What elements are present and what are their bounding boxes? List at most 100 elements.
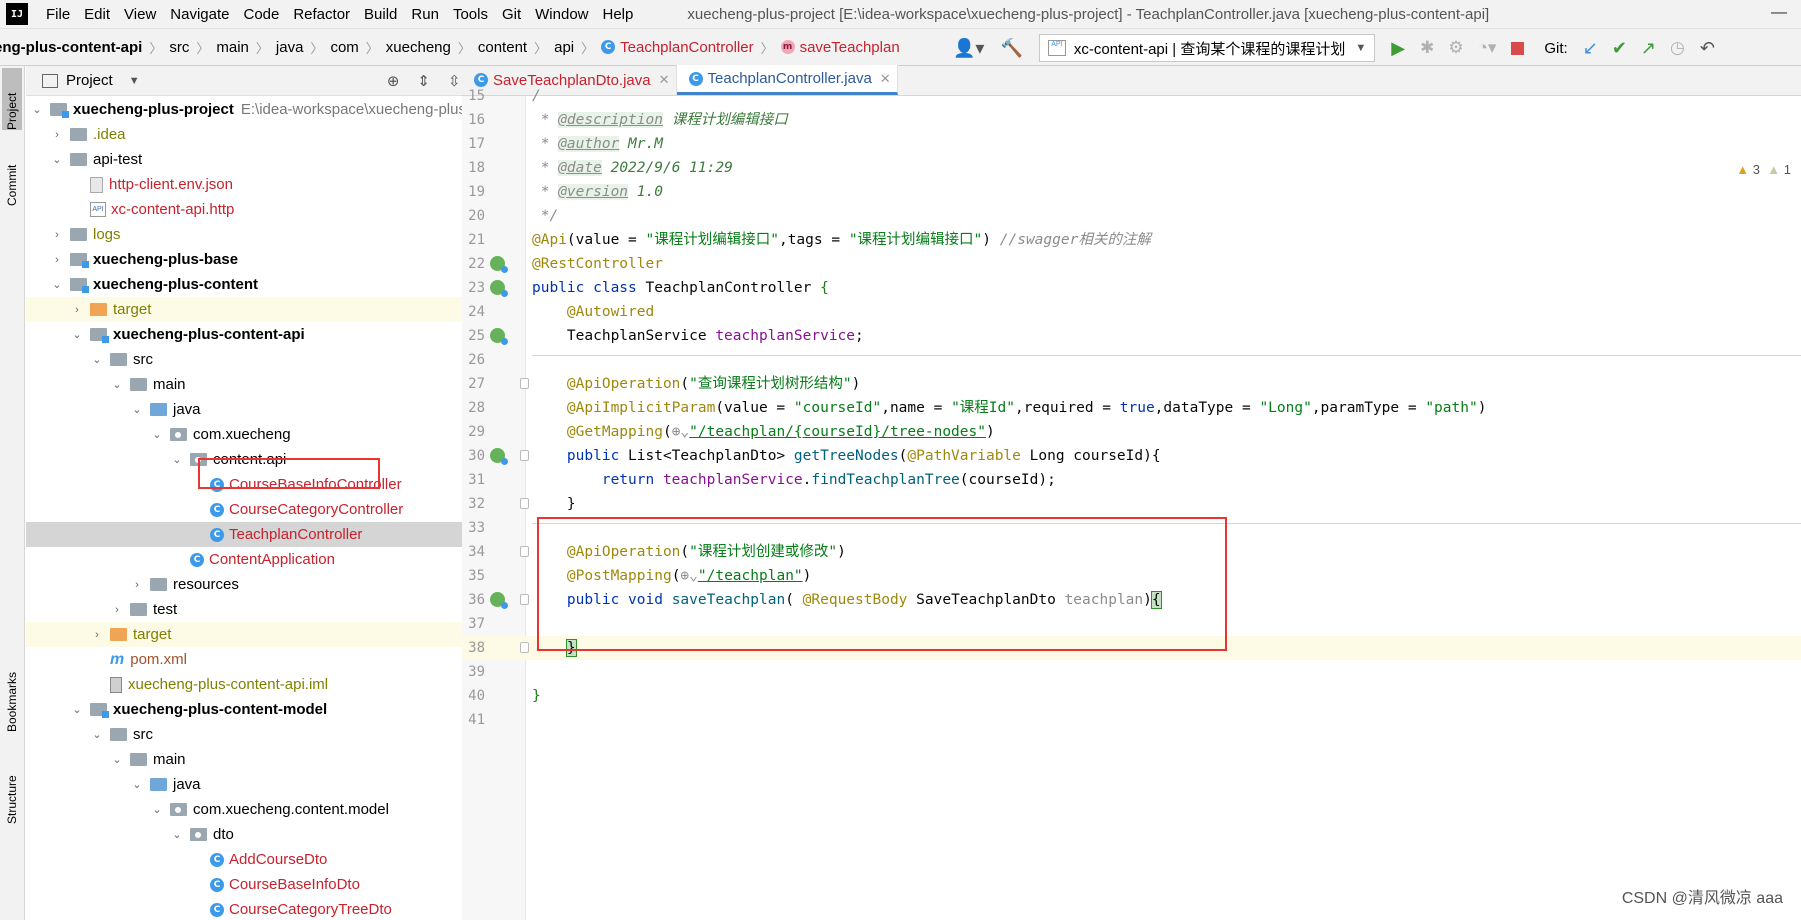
breadcrumb-content[interactable]: content	[478, 39, 527, 56]
tree-item[interactable]: ⌄ dto	[26, 822, 533, 847]
coverage-icon[interactable]: ⚙	[1448, 38, 1463, 58]
git-commit-icon[interactable]: ✔	[1612, 38, 1627, 59]
tree-item[interactable]: m pom.xml	[26, 647, 533, 672]
breadcrumb-src[interactable]: src	[169, 39, 189, 56]
breadcrumb-method[interactable]: m saveTeachplan	[780, 39, 900, 56]
git-update-icon[interactable]: ↙	[1583, 38, 1598, 59]
code-text[interactable]: public List<TeachplanDto> getTreeNodes(@…	[532, 444, 1161, 468]
tool-tab-structure[interactable]: Structure	[2, 754, 22, 824]
chevron-down-icon[interactable]: ⌄	[70, 703, 84, 716]
code-text[interactable]: * @version 1.0	[532, 180, 663, 204]
tree-item-selected[interactable]: C TeachplanController	[26, 522, 533, 547]
chevron-down-icon[interactable]: ⌄	[30, 103, 44, 116]
endpoint-gutter-icon[interactable]	[490, 592, 508, 609]
breadcrumb-java[interactable]: java	[276, 39, 304, 56]
tree-item[interactable]: › logs	[26, 222, 533, 247]
menu-code[interactable]: Code	[237, 6, 287, 23]
chevron-down-icon[interactable]: ⌄	[130, 403, 144, 416]
tree-item[interactable]: ⌄ src	[26, 347, 533, 372]
fold-icon[interactable]	[520, 594, 529, 605]
stop-icon[interactable]	[1511, 41, 1525, 55]
code-text[interactable]: * @author Mr.M	[532, 132, 663, 156]
chevron-right-icon[interactable]: ›	[50, 229, 64, 241]
breadcrumb-module[interactable]: eng-plus-content-api	[0, 39, 142, 56]
code-text[interactable]: @Api(value = "课程计划编辑接口",tags = "课程计划编辑接口…	[532, 228, 1151, 252]
tree-item[interactable]: ⌄ com.xuecheng.content.model	[26, 797, 533, 822]
menu-help[interactable]: Help	[597, 6, 642, 23]
menu-window[interactable]: Window	[529, 6, 596, 23]
tree-item[interactable]: ⌄ xuecheng-plus-content-api	[26, 322, 533, 347]
menu-build[interactable]: Build	[358, 6, 405, 23]
tree-item[interactable]: C CourseCategoryController	[26, 497, 533, 522]
expand-all-icon[interactable]: ⇕	[417, 72, 430, 90]
tree-item[interactable]: ⌄ java	[26, 397, 533, 422]
breadcrumb-api[interactable]: api	[554, 39, 574, 56]
spring-bean-gutter-icon[interactable]	[490, 280, 508, 297]
menu-git[interactable]: Git	[496, 6, 529, 23]
locate-icon[interactable]: ⊕	[387, 72, 400, 90]
code-text[interactable]: * @date 2022/9/6 11:29	[532, 156, 733, 180]
tree-item[interactable]: C ContentApplication	[26, 547, 533, 572]
code-text[interactable]: TeachplanService teachplanService;	[532, 324, 864, 348]
user-icon[interactable]: 👤▾	[953, 38, 984, 59]
menu-navigate[interactable]: Navigate	[164, 6, 237, 23]
build-hammer-icon[interactable]: 🔨	[1000, 38, 1022, 59]
tree-item[interactable]: ⌄ main	[26, 372, 533, 397]
chevron-down-icon[interactable]: ⌄	[150, 428, 164, 441]
chevron-right-icon[interactable]: ›	[90, 629, 104, 641]
chevron-right-icon[interactable]: ›	[130, 579, 144, 591]
tree-item[interactable]: › target	[26, 297, 533, 322]
collapse-all-icon[interactable]: ⇳	[448, 72, 461, 90]
chevron-right-icon[interactable]: ›	[70, 304, 84, 316]
tool-tab-commit[interactable]: Commit	[2, 144, 22, 206]
code-text[interactable]: public class TeachplanController {	[532, 276, 829, 300]
code-text[interactable]: @GetMapping(⊕⌄"/teachplan/{courseId}/tre…	[532, 420, 995, 444]
menu-tools[interactable]: Tools	[447, 6, 496, 23]
chevron-right-icon[interactable]: ›	[50, 254, 64, 266]
tree-item[interactable]: C CourseBaseInfoDto	[26, 872, 533, 897]
run-configuration-select[interactable]: API xc-content-api | 查询某个课程的课程计划 ▼	[1038, 34, 1376, 62]
code-text[interactable]: @ApiImplicitParam(value = "courseId",nam…	[532, 396, 1487, 420]
tree-item[interactable]: xuecheng-plus-content-api.iml	[26, 672, 533, 697]
chevron-right-icon[interactable]: ›	[110, 604, 124, 616]
tree-item[interactable]: › xuecheng-plus-base	[26, 247, 533, 272]
minimize-icon[interactable]: —	[1771, 4, 1787, 22]
tree-item[interactable]: C AddCourseDto	[26, 847, 533, 872]
menu-refactor[interactable]: Refactor	[287, 6, 358, 23]
chevron-down-icon[interactable]: ⌄	[130, 778, 144, 791]
code-text[interactable]: */	[532, 204, 558, 228]
tree-item[interactable]: ⌄ com.xuecheng	[26, 422, 533, 447]
code-text[interactable]: }	[532, 684, 541, 708]
breadcrumb-main[interactable]: main	[216, 39, 249, 56]
endpoint-gutter-icon[interactable]	[490, 448, 508, 465]
menu-view[interactable]: View	[118, 6, 164, 23]
chevron-down-icon[interactable]: ⌄	[70, 328, 84, 341]
chevron-down-icon[interactable]: ⌄	[170, 828, 184, 841]
debug-icon[interactable]: ✱	[1420, 38, 1434, 58]
code-text[interactable]: }	[532, 492, 576, 516]
project-panel-title[interactable]: Project	[66, 72, 113, 89]
tree-item[interactable]: › resources	[26, 572, 533, 597]
tree-item[interactable]: C CourseCategoryTreeDto	[26, 897, 533, 920]
tool-tab-bookmarks[interactable]: Bookmarks	[2, 652, 22, 732]
menu-run[interactable]: Run	[405, 6, 447, 23]
tree-item[interactable]: ⌄ src	[26, 722, 533, 747]
chevron-down-icon[interactable]: ⌄	[110, 753, 124, 766]
fold-icon[interactable]	[520, 498, 529, 509]
chevron-down-icon[interactable]: ▼	[129, 75, 140, 87]
chevron-down-icon[interactable]: ⌄	[170, 453, 184, 466]
chevron-down-icon[interactable]: ⌄	[50, 153, 64, 166]
autowired-gutter-icon[interactable]	[490, 328, 508, 345]
chevron-down-icon[interactable]: ⌄	[90, 353, 104, 366]
code-text[interactable]: @RestController	[532, 252, 663, 276]
chevron-down-icon[interactable]: ⌄	[110, 378, 124, 391]
fold-icon[interactable]	[520, 378, 529, 389]
tree-item[interactable]: ⌄ java	[26, 772, 533, 797]
tree-item[interactable]: ⌄ api-test	[26, 147, 533, 172]
tree-item[interactable]: ⌄ main	[26, 747, 533, 772]
menu-file[interactable]: File	[40, 6, 78, 23]
breadcrumb-class[interactable]: C TeachplanController	[601, 39, 754, 56]
code-text[interactable]: @Autowired	[532, 300, 654, 324]
fold-icon[interactable]	[520, 546, 529, 557]
spring-bean-gutter-icon[interactable]	[490, 256, 508, 273]
